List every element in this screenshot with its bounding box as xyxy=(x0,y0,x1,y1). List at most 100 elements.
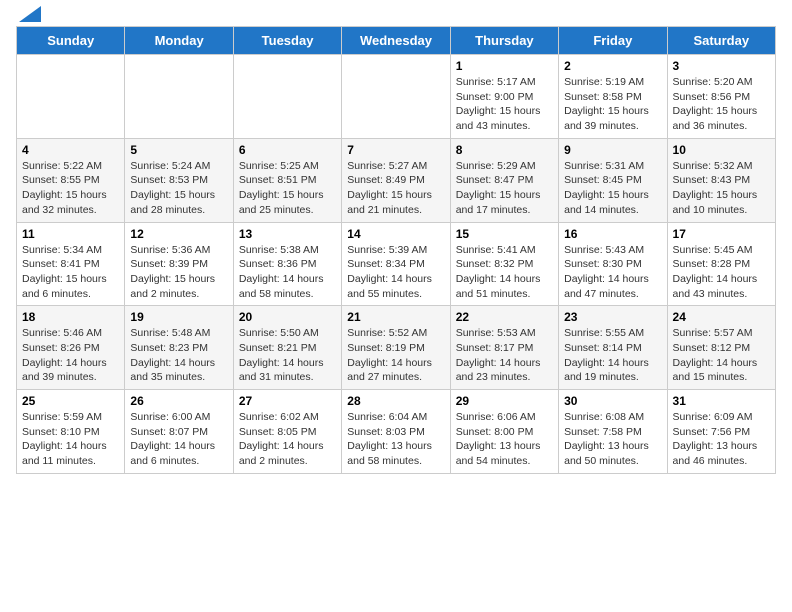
calendar-cell: 3Sunrise: 5:20 AMSunset: 8:56 PMDaylight… xyxy=(667,55,775,139)
day-number: 4 xyxy=(22,143,119,157)
day-number: 26 xyxy=(130,394,227,408)
weekday-header-friday: Friday xyxy=(559,27,667,55)
cell-text: Daylight: 15 hours and 32 minutes. xyxy=(22,188,119,217)
cell-text: Sunrise: 5:39 AM xyxy=(347,243,444,258)
cell-text: Sunrise: 5:25 AM xyxy=(239,159,336,174)
calendar-table: SundayMondayTuesdayWednesdayThursdayFrid… xyxy=(16,26,776,474)
day-number: 1 xyxy=(456,59,553,73)
cell-text: Daylight: 15 hours and 43 minutes. xyxy=(456,104,553,133)
calendar-cell: 18Sunrise: 5:46 AMSunset: 8:26 PMDayligh… xyxy=(17,306,125,390)
cell-text: Sunrise: 5:59 AM xyxy=(22,410,119,425)
calendar-cell: 26Sunrise: 6:00 AMSunset: 8:07 PMDayligh… xyxy=(125,390,233,474)
calendar-cell: 10Sunrise: 5:32 AMSunset: 8:43 PMDayligh… xyxy=(667,138,775,222)
cell-text: Daylight: 15 hours and 17 minutes. xyxy=(456,188,553,217)
cell-text: Daylight: 14 hours and 43 minutes. xyxy=(673,272,770,301)
calendar-cell xyxy=(125,55,233,139)
calendar-cell: 11Sunrise: 5:34 AMSunset: 8:41 PMDayligh… xyxy=(17,222,125,306)
cell-text: Daylight: 15 hours and 14 minutes. xyxy=(564,188,661,217)
cell-text: Daylight: 14 hours and 35 minutes. xyxy=(130,356,227,385)
cell-text: Sunrise: 5:22 AM xyxy=(22,159,119,174)
cell-text: Sunrise: 5:27 AM xyxy=(347,159,444,174)
cell-text: Sunset: 8:36 PM xyxy=(239,257,336,272)
cell-text: Sunrise: 5:48 AM xyxy=(130,326,227,341)
calendar-cell: 13Sunrise: 5:38 AMSunset: 8:36 PMDayligh… xyxy=(233,222,341,306)
cell-text: Daylight: 15 hours and 36 minutes. xyxy=(673,104,770,133)
cell-text: Sunset: 8:28 PM xyxy=(673,257,770,272)
calendar-cell: 8Sunrise: 5:29 AMSunset: 8:47 PMDaylight… xyxy=(450,138,558,222)
calendar-cell: 23Sunrise: 5:55 AMSunset: 8:14 PMDayligh… xyxy=(559,306,667,390)
cell-text: Daylight: 13 hours and 50 minutes. xyxy=(564,439,661,468)
calendar-cell: 24Sunrise: 5:57 AMSunset: 8:12 PMDayligh… xyxy=(667,306,775,390)
calendar-cell: 20Sunrise: 5:50 AMSunset: 8:21 PMDayligh… xyxy=(233,306,341,390)
calendar-cell xyxy=(233,55,341,139)
cell-text: Sunset: 8:30 PM xyxy=(564,257,661,272)
cell-text: Daylight: 14 hours and 6 minutes. xyxy=(130,439,227,468)
day-number: 21 xyxy=(347,310,444,324)
logo-icon xyxy=(19,6,41,22)
cell-text: Sunrise: 5:24 AM xyxy=(130,159,227,174)
day-number: 15 xyxy=(456,227,553,241)
day-number: 6 xyxy=(239,143,336,157)
cell-text: Daylight: 13 hours and 54 minutes. xyxy=(456,439,553,468)
cell-text: Sunset: 8:10 PM xyxy=(22,425,119,440)
calendar-cell: 4 Sunrise: 5:22 AMSunset: 8:55 PMDaylight… xyxy=(17,138,125,222)
calendar-cell: 30Sunrise: 6:08 AMSunset: 7:58 PMDayligh… xyxy=(559,390,667,474)
cell-text: Sunrise: 5:31 AM xyxy=(564,159,661,174)
cell-text: Daylight: 13 hours and 58 minutes. xyxy=(347,439,444,468)
logo xyxy=(16,16,41,18)
week-row-3: 11Sunrise: 5:34 AMSunset: 8:41 PMDayligh… xyxy=(17,222,776,306)
weekday-header-sunday: Sunday xyxy=(17,27,125,55)
day-number: 12 xyxy=(130,227,227,241)
cell-text: Sunset: 7:58 PM xyxy=(564,425,661,440)
day-number: 5 xyxy=(130,143,227,157)
day-number: 18 xyxy=(22,310,119,324)
cell-text: Sunset: 8:56 PM xyxy=(673,90,770,105)
day-number: 30 xyxy=(564,394,661,408)
cell-text: Daylight: 14 hours and 58 minutes. xyxy=(239,272,336,301)
cell-text: Sunset: 8:39 PM xyxy=(130,257,227,272)
cell-text: Sunset: 8:07 PM xyxy=(130,425,227,440)
cell-text: Sunset: 8:47 PM xyxy=(456,173,553,188)
day-number: 9 xyxy=(564,143,661,157)
week-row-5: 25Sunrise: 5:59 AMSunset: 8:10 PMDayligh… xyxy=(17,390,776,474)
cell-text: Sunset: 8:55 PM xyxy=(22,173,119,188)
cell-text: Sunset: 8:19 PM xyxy=(347,341,444,356)
day-number: 22 xyxy=(456,310,553,324)
day-number: 24 xyxy=(673,310,770,324)
cell-text: Sunset: 8:41 PM xyxy=(22,257,119,272)
cell-text: Sunrise: 5:46 AM xyxy=(22,326,119,341)
cell-text: Sunset: 8:53 PM xyxy=(130,173,227,188)
cell-text: Daylight: 15 hours and 6 minutes. xyxy=(22,272,119,301)
cell-text: Sunrise: 6:09 AM xyxy=(673,410,770,425)
cell-text: Sunset: 8:34 PM xyxy=(347,257,444,272)
cell-text: Sunrise: 5:19 AM xyxy=(564,75,661,90)
calendar-cell: 7Sunrise: 5:27 AMSunset: 8:49 PMDaylight… xyxy=(342,138,450,222)
cell-text: Sunrise: 5:55 AM xyxy=(564,326,661,341)
day-number: 8 xyxy=(456,143,553,157)
day-number: 2 xyxy=(564,59,661,73)
cell-text: Sunrise: 6:06 AM xyxy=(456,410,553,425)
cell-text: Sunrise: 5:45 AM xyxy=(673,243,770,258)
weekday-header-row: SundayMondayTuesdayWednesdayThursdayFrid… xyxy=(17,27,776,55)
calendar-cell: 5Sunrise: 5:24 AMSunset: 8:53 PMDaylight… xyxy=(125,138,233,222)
day-number: 23 xyxy=(564,310,661,324)
calendar-cell: 6Sunrise: 5:25 AMSunset: 8:51 PMDaylight… xyxy=(233,138,341,222)
day-number: 29 xyxy=(456,394,553,408)
calendar-cell: 31Sunrise: 6:09 AMSunset: 7:56 PMDayligh… xyxy=(667,390,775,474)
cell-text: Sunrise: 5:17 AM xyxy=(456,75,553,90)
cell-text: Sunset: 8:17 PM xyxy=(456,341,553,356)
calendar-cell: 29Sunrise: 6:06 AMSunset: 8:00 PMDayligh… xyxy=(450,390,558,474)
calendar-cell: 15Sunrise: 5:41 AMSunset: 8:32 PMDayligh… xyxy=(450,222,558,306)
weekday-header-thursday: Thursday xyxy=(450,27,558,55)
cell-text: Daylight: 15 hours and 39 minutes. xyxy=(564,104,661,133)
cell-text: Daylight: 14 hours and 51 minutes. xyxy=(456,272,553,301)
day-number: 14 xyxy=(347,227,444,241)
day-number: 20 xyxy=(239,310,336,324)
cell-text: Daylight: 14 hours and 15 minutes. xyxy=(673,356,770,385)
calendar-cell: 28Sunrise: 6:04 AMSunset: 8:03 PMDayligh… xyxy=(342,390,450,474)
week-row-2: 4Sunrise: 5:22 AMSunset: 8:55 PMDaylight… xyxy=(17,138,776,222)
day-number: 3 xyxy=(673,59,770,73)
cell-text: Daylight: 14 hours and 31 minutes. xyxy=(239,356,336,385)
week-row-4: 18Sunrise: 5:46 AMSunset: 8:26 PMDayligh… xyxy=(17,306,776,390)
cell-text: Sunrise: 5:53 AM xyxy=(456,326,553,341)
